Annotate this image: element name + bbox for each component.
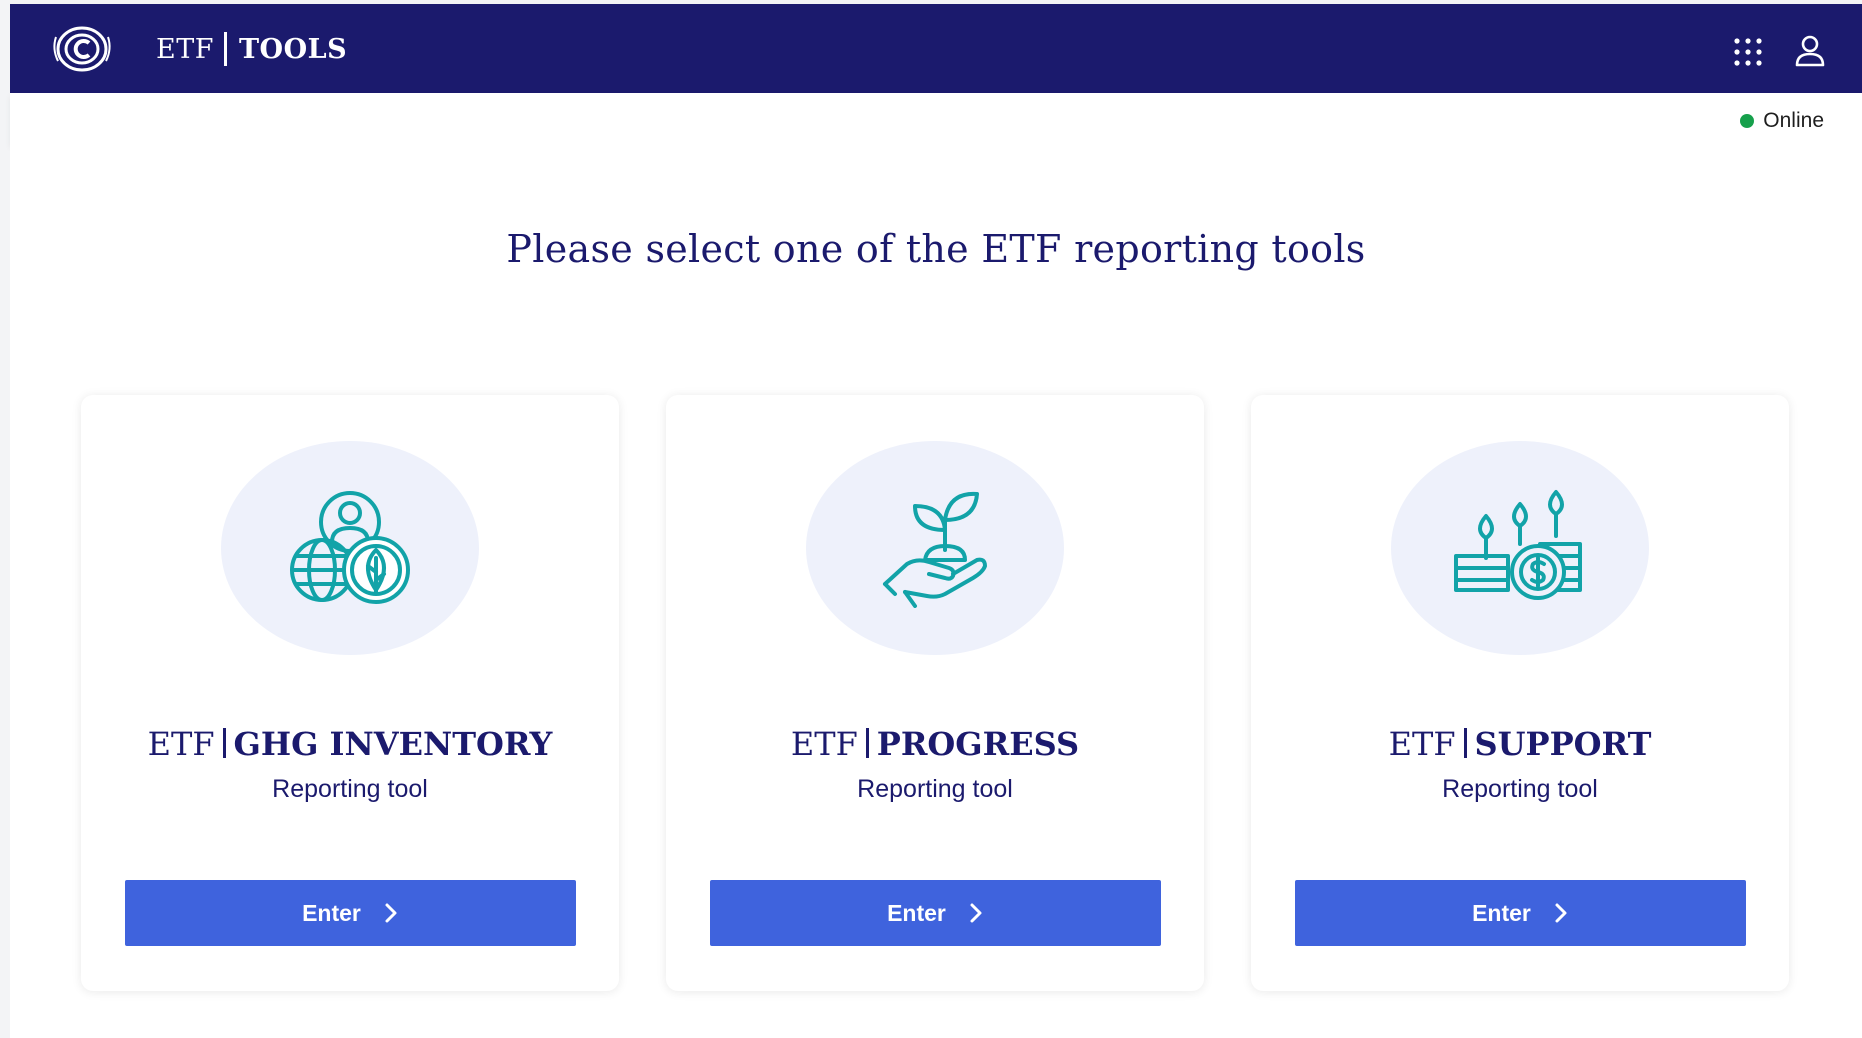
tool-card-name: SUPPORT (1474, 725, 1652, 763)
chevron-right-icon (970, 903, 982, 923)
brand-prefix: ETF (156, 33, 214, 65)
title-separator (865, 728, 869, 758)
brand-name: TOOLS (238, 33, 348, 65)
tool-card-title: ETF PROGRESS (666, 725, 1204, 763)
user-icon[interactable] (1794, 34, 1826, 68)
tool-card-subtitle: Reporting tool (857, 775, 1013, 803)
top-navigation-bar: ETF TOOLS (10, 4, 1862, 93)
tool-card-name: GHG INVENTORY (233, 725, 553, 763)
tool-icon-circle (1391, 441, 1649, 655)
tool-card-ghg-inventory: ETF GHG INVENTORY Reporting tool Enter (81, 395, 619, 991)
un-climate-logo-icon[interactable] (48, 21, 130, 77)
globe-person-leaf-icon (290, 491, 410, 604)
tool-card-subtitle: Reporting tool (272, 775, 428, 803)
connection-status-label: Online (1763, 109, 1824, 132)
enter-button-label: Enter (1472, 899, 1531, 926)
main-content: Please select one of the ETF reporting t… (10, 145, 1862, 1038)
enter-button-label: Enter (887, 899, 946, 926)
page-heading: Please select one of the ETF reporting t… (506, 227, 1366, 271)
tool-card-title: ETF SUPPORT (1251, 725, 1789, 763)
hand-sprout-icon (883, 491, 987, 608)
coins-plants-icon (1454, 490, 1582, 600)
tool-card-subtitle: Reporting tool (1442, 775, 1598, 803)
title-separator (1463, 728, 1467, 758)
tool-card-prefix: ETF (147, 725, 215, 763)
title-separator (222, 728, 226, 758)
chevron-right-icon (1555, 903, 1567, 923)
enter-ghg-inventory-button[interactable]: Enter (125, 880, 576, 946)
tool-card-progress: ETF PROGRESS Reporting tool Enter (666, 395, 1204, 991)
enter-progress-button[interactable]: Enter (710, 880, 1161, 946)
connection-status: Online (1740, 109, 1824, 133)
chevron-right-icon (385, 903, 397, 923)
tool-icon-circle (221, 441, 479, 655)
brand-title[interactable]: ETF TOOLS (156, 32, 347, 66)
online-status-dot-icon (1740, 114, 1755, 128)
enter-support-button[interactable]: Enter (1295, 880, 1746, 946)
tool-card-title: ETF GHG INVENTORY (81, 725, 619, 763)
apps-grid-icon[interactable] (1732, 36, 1764, 68)
tool-icon-circle (806, 441, 1064, 655)
tool-card-name: PROGRESS (876, 725, 1080, 763)
tool-card-prefix: ETF (790, 725, 858, 763)
enter-button-label: Enter (302, 899, 361, 926)
tool-card-prefix: ETF (1388, 725, 1456, 763)
status-bar: Online (10, 93, 1862, 145)
tool-card-support: ETF SUPPORT Reporting tool Enter (1251, 395, 1789, 991)
brand-separator (223, 32, 227, 66)
